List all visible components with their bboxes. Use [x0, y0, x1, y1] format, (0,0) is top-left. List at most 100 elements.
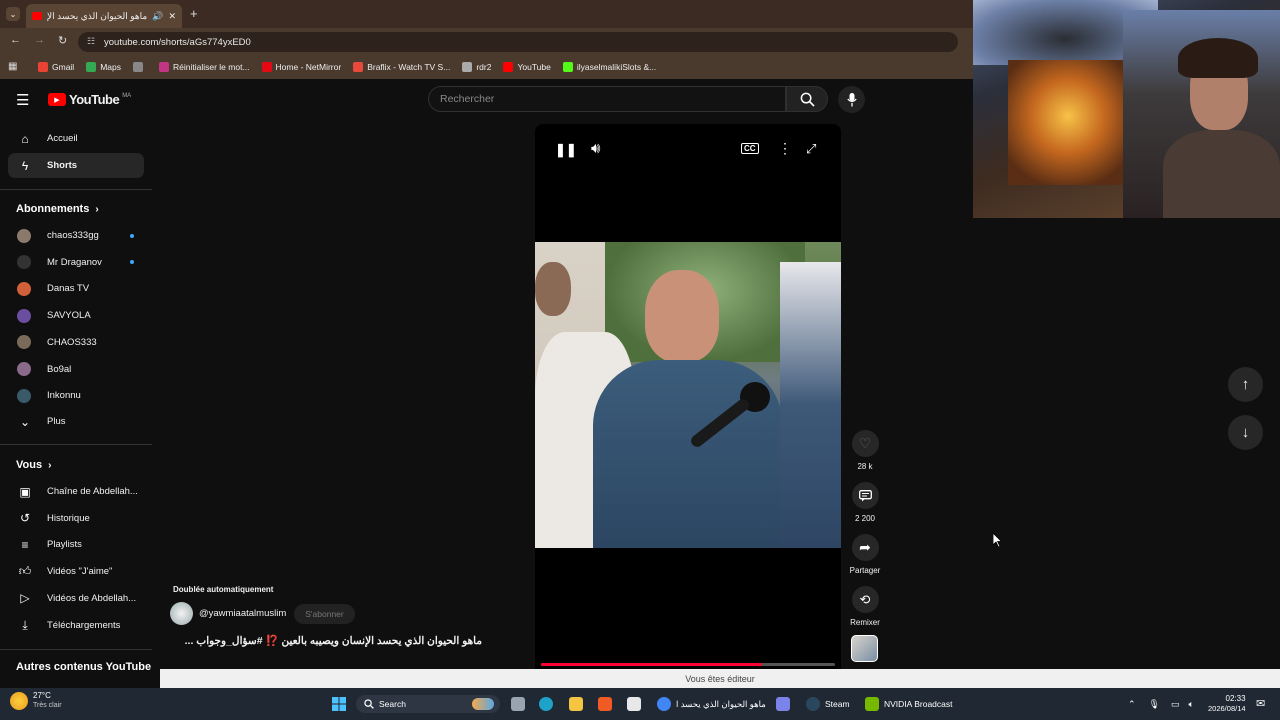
subscription-item[interactable]: Bo9al [8, 357, 144, 382]
teams-button[interactable] [776, 695, 790, 713]
weather-temp: 27°C [33, 691, 51, 700]
forward-icon[interactable]: → [34, 34, 45, 46]
sound-thumbnail[interactable] [851, 635, 878, 662]
next-short-button[interactable]: ↓ [1228, 415, 1263, 450]
more-options-icon[interactable]: ⋮ [778, 140, 792, 157]
remix-button[interactable]: ⟲ Remixer [849, 586, 881, 627]
search-button[interactable] [786, 86, 828, 112]
bookmark-item[interactable]: Gmail [38, 62, 74, 72]
new-tab-button[interactable]: + [190, 6, 198, 21]
speaker-icon[interactable]: 🔈︎ [1189, 699, 1194, 710]
sidebar-item[interactable]: ⌂ Accueil [8, 126, 144, 151]
sidebar-item[interactable]: ▷ Vidéos de Abdellah... [8, 586, 144, 611]
subscription-label: Mr Draganov [47, 256, 102, 268]
subscription-item[interactable]: SAVYOLA [8, 303, 144, 328]
bookmark-item[interactable]: YouTube [503, 62, 551, 72]
taskbar-app-steam[interactable]: Steam [806, 695, 850, 713]
address-bar-row: ← → ↻ ☷ youtube.com/shorts/aGs774yxED0 [0, 28, 973, 55]
channel-avatar [17, 362, 31, 376]
subscribe-button[interactable]: S'abonner [294, 603, 355, 624]
tray-mic-icon[interactable]: 🎙︎ [1149, 699, 1160, 710]
subscription-label: chaos333gg [47, 230, 99, 241]
task-view-button[interactable] [511, 695, 525, 713]
subscription-item[interactable]: Mr Draganov [8, 250, 144, 275]
weather-widget[interactable]: 27°C Très clair [10, 691, 62, 710]
channel-icon: ▣ [19, 484, 31, 499]
you-heading-label: Vous [16, 459, 43, 471]
short-title[interactable]: ماهو الحيوان الذي يحسد الإنسان ويصيبه با… [170, 634, 482, 647]
sidebar-item[interactable]: ⤓ Téléchargements [8, 613, 144, 638]
bookmark-item[interactable]: rdr2 [462, 62, 491, 72]
bookmark-item[interactable]: Maps [86, 62, 121, 72]
tab-search-icon[interactable]: ⌄ [6, 7, 20, 21]
start-button[interactable] [332, 695, 346, 713]
sidebar-item[interactable]: ↺ Historique [8, 506, 144, 531]
apps-grid-icon[interactable]: ▦ [8, 61, 17, 72]
subscriptions-heading[interactable]: Abonnements › [16, 203, 99, 215]
reload-icon[interactable]: ↻ [58, 34, 67, 47]
folder-icon [569, 697, 583, 711]
system-tray[interactable]: ⌃ 🎙︎ ▭ 🔈︎ [1128, 695, 1194, 713]
notifications-icon[interactable]: ✉ [1256, 697, 1265, 710]
arrow-up-icon: ↑ [1241, 376, 1250, 393]
progress-fill [541, 663, 762, 666]
fullscreen-icon[interactable]: ⤢ [806, 141, 816, 157]
like-button[interactable]: ♡ 28 k [849, 430, 881, 471]
sidebar-item[interactable]: ϟ Shorts [8, 153, 144, 178]
subscription-item[interactable]: Inkonnu [8, 383, 144, 408]
tray-chevron-icon[interactable]: ⌃ [1128, 699, 1136, 710]
steam-icon [806, 697, 820, 711]
tab-close-icon[interactable]: ✕ [168, 11, 176, 22]
subscription-item[interactable]: chaos333gg [8, 223, 144, 248]
you-heading[interactable]: Vous › [16, 459, 51, 471]
shorts-video-player[interactable]: ❚❚ 🔊︎ CC ⋮ ⤢ [535, 124, 841, 669]
show-more-button[interactable]: ⌄ Plus [8, 409, 144, 434]
bookmark-item[interactable]: Home - NetMirror [261, 62, 341, 72]
share-button[interactable]: ➦ Partager [849, 534, 881, 575]
microphone-icon [846, 92, 857, 106]
share-icon: ➦ [859, 539, 871, 555]
tab-title: ماهو الحيوان الذي يحسد الإن... [47, 10, 148, 21]
taskbar-app-nvidia[interactable]: NVIDIA Broadcast [865, 695, 953, 713]
comments-button[interactable]: 2 200 [849, 482, 881, 523]
subscription-item[interactable]: CHAOS333 [8, 330, 144, 355]
network-icon[interactable]: ▭ [1171, 699, 1180, 710]
store-icon [627, 697, 641, 711]
bookmark-label: Gmail [52, 62, 75, 72]
site-info-icon[interactable]: ☷ [87, 36, 95, 47]
bookmark-item[interactable] [133, 62, 147, 72]
chevron-down-icon: ⌄ [19, 414, 31, 429]
progress-track[interactable] [541, 663, 835, 666]
search-placeholder: Rechercher [440, 93, 495, 105]
pause-icon[interactable]: ❚❚ [555, 142, 577, 158]
search-input[interactable]: Rechercher [428, 86, 786, 112]
channel-name[interactable]: @yawmiaatalmuslim [199, 608, 286, 619]
file-explorer-button[interactable] [569, 695, 583, 713]
clock[interactable]: 02:33 2026/08/14 [1208, 694, 1246, 714]
subscription-item[interactable]: Danas TV [8, 276, 144, 301]
channel-avatar[interactable] [170, 602, 193, 625]
bookmark-item[interactable]: ilyaselmalikiSlots &... [562, 62, 656, 72]
taskbar: 27°C Très clair Search ماهو الحيوان الذي… [0, 688, 1280, 720]
store-button[interactable] [627, 695, 641, 713]
brave-button[interactable] [598, 695, 612, 713]
voice-search-button[interactable] [838, 86, 865, 113]
editor-banner: Vous êtes éditeur [160, 669, 1280, 688]
back-icon[interactable]: ← [10, 34, 21, 46]
bookmark-favicon-icon [562, 62, 573, 72]
browser-tab[interactable]: ماهو الحيوان الذي يحسد الإن... 🔊 ✕ [26, 4, 182, 28]
sidebar-item[interactable]: ▣ Chaîne de Abdellah... [8, 479, 144, 504]
taskbar-search[interactable]: Search [356, 695, 500, 713]
sidebar-item[interactable]: 👍︎ Vidéos "J'aime" [8, 559, 144, 584]
bookmark-favicon-icon [261, 62, 272, 72]
sidebar-item[interactable]: ≡ Playlists [8, 532, 144, 557]
bookmark-item[interactable]: Braflix - Watch TV S... [353, 62, 450, 72]
edge-button[interactable] [539, 695, 553, 713]
url-field[interactable]: ☷ youtube.com/shorts/aGs774yxED0 [78, 32, 958, 52]
captions-icon[interactable]: CC [741, 143, 759, 154]
taskbar-app-chrome[interactable]: ماهو الحيوان الذي يحسد ا [657, 695, 766, 713]
previous-short-button[interactable]: ↑ [1228, 367, 1263, 402]
volume-icon[interactable]: 🔊︎ [591, 140, 600, 157]
bookmark-favicon-icon [86, 62, 97, 72]
bookmark-item[interactable]: Réinitialiser le mot... [159, 62, 250, 72]
